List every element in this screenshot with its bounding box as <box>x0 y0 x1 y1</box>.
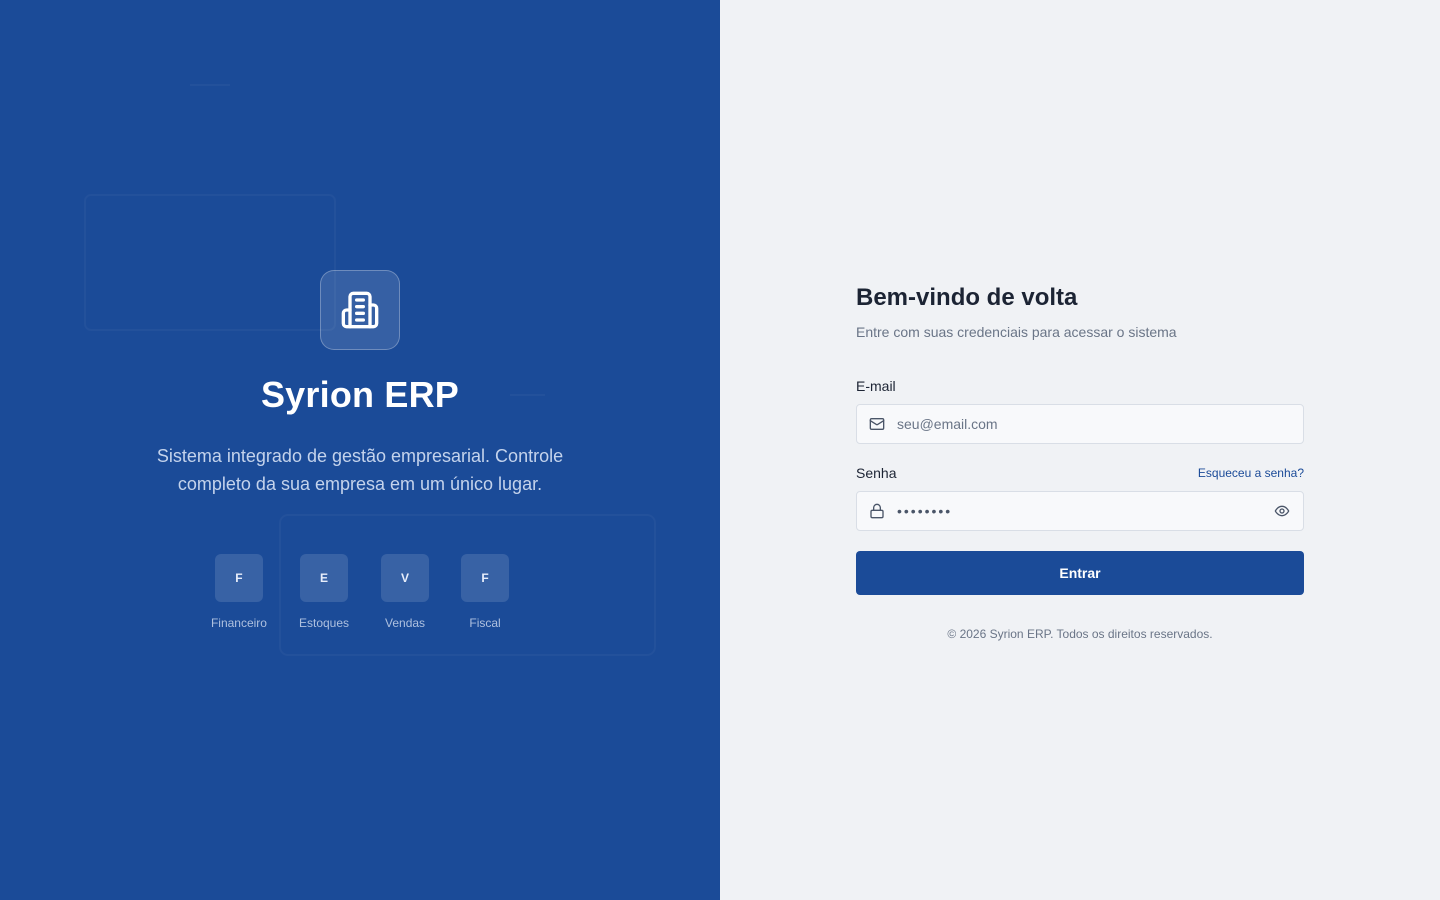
module-list: F Financeiro E Estoques V Vendas F Fisca… <box>211 554 510 630</box>
building-icon <box>341 291 379 329</box>
login-button[interactable]: Entrar <box>856 551 1304 595</box>
module-fiscal: F Fiscal <box>461 554 510 630</box>
module-label: Estoques <box>298 616 350 630</box>
form-subtitle: Entre com suas credenciais para acessar … <box>856 324 1177 340</box>
email-input[interactable] <box>897 416 1291 432</box>
mail-icon <box>869 416 885 432</box>
module-badge: F <box>461 554 510 602</box>
show-password-icon[interactable] <box>1273 502 1291 520</box>
module-estoques: E Estoques <box>299 554 349 630</box>
login-form: Bem-vindo de volta Entre com suas creden… <box>856 284 1304 641</box>
password-label: Senha <box>856 465 897 481</box>
copyright-footer: © 2026 Syrion ERP. Todos os direitos res… <box>947 627 1213 641</box>
form-title: Bem-vindo de volta <box>856 284 1078 311</box>
password-input-wrapper[interactable]: •••••••• <box>856 491 1304 531</box>
module-vendas: V Vendas <box>381 554 430 630</box>
app-logo <box>320 270 400 350</box>
module-label: Fiscal <box>469 616 501 630</box>
brand-panel: Syrion ERP Sistema integrado de gestão e… <box>0 0 720 900</box>
app-description: Sistema integrado de gestão empresarial.… <box>156 446 564 494</box>
module-badge: E <box>300 554 348 602</box>
password-label-row: Senha Esqueceu a senha? <box>856 465 1304 481</box>
email-input-wrapper <box>856 404 1304 444</box>
forgot-password-link[interactable]: Esqueceu a senha? <box>1198 466 1304 480</box>
app-title: Syrion ERP <box>260 374 460 415</box>
module-label: Financeiro <box>210 616 267 630</box>
lock-icon <box>869 503 885 519</box>
password-input[interactable]: •••••••• <box>897 503 1273 519</box>
module-badge: F <box>214 554 263 602</box>
module-badge: V <box>381 554 430 602</box>
login-panel: Bem-vindo de volta Entre com suas creden… <box>720 0 1440 900</box>
module-financeiro: F Financeiro <box>211 554 267 630</box>
email-label: E-mail <box>856 378 896 394</box>
module-label: Vendas <box>385 616 426 630</box>
